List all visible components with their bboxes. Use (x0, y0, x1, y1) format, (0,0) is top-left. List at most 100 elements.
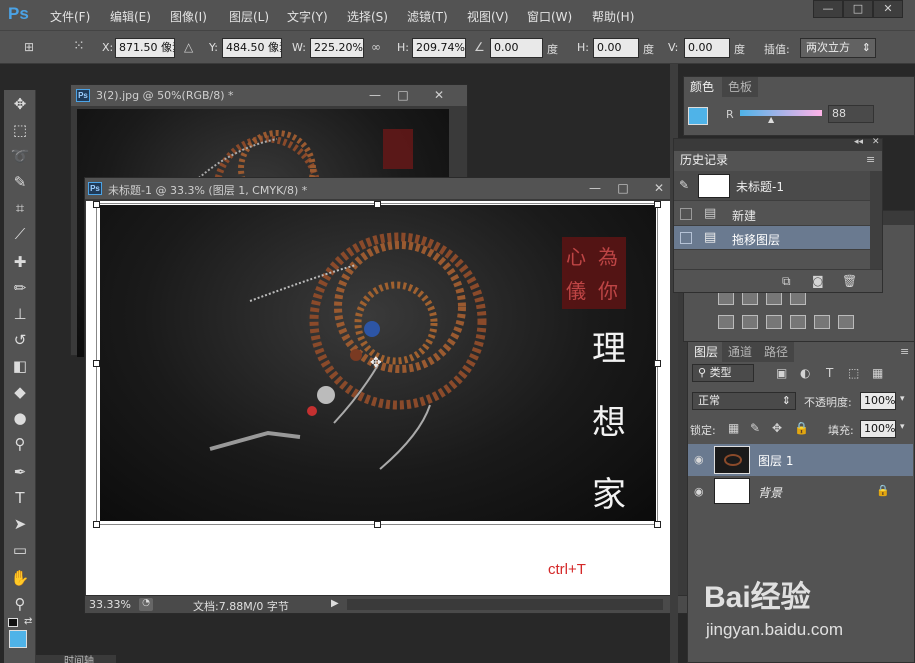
adjustment-icon[interactable] (742, 315, 758, 329)
history-snapshot[interactable]: ✎ 未标题-1 (674, 171, 870, 201)
adjustment-icon[interactable] (814, 315, 830, 329)
tab-swatches[interactable]: 色板 (722, 77, 759, 97)
adjustment-icon[interactable] (790, 315, 806, 329)
horizontal-scrollbar[interactable] (347, 599, 663, 610)
panel-menu-icon[interactable]: ≡ (866, 153, 875, 166)
type-tool-icon[interactable]: T (10, 488, 30, 508)
paint-bucket-tool-icon[interactable]: ◆ (10, 382, 30, 402)
eyedropper-tool-icon[interactable]: ⟋ (10, 224, 30, 244)
lock-all-icon[interactable]: 🔒 (794, 421, 809, 435)
history-scrollbar[interactable] (870, 171, 882, 269)
adjustment-icon[interactable] (838, 315, 854, 329)
adjustment-icon[interactable] (790, 291, 806, 305)
layer-row[interactable]: ◉ 背景 🔒 (688, 476, 913, 508)
menu-select[interactable]: 选择(S) (347, 8, 388, 25)
swap-colors-icon[interactable]: ⇄ (24, 616, 32, 627)
history-item-selected[interactable]: ▤ 拖移图层 (674, 226, 870, 250)
fill-field[interactable]: 100% (860, 420, 896, 438)
tab-channels[interactable]: 通道 (722, 342, 759, 362)
reference-point-icon[interactable]: ⁙ (73, 38, 85, 54)
lock-pixels-icon[interactable]: ✎ (750, 421, 760, 435)
tab-paths[interactable]: 路径 (758, 342, 795, 362)
zoom-level[interactable]: 33.33% (89, 598, 131, 611)
angle-field[interactable]: 0.00 (490, 38, 543, 58)
transform-handle[interactable] (374, 521, 381, 528)
transform-tool-icon[interactable]: ⊞ (24, 40, 34, 54)
layer-name[interactable]: 背景 (758, 484, 782, 501)
collapse-panel-icon[interactable]: ◂◂ (854, 137, 863, 147)
color-panel-fg-swatch[interactable] (688, 107, 708, 125)
crop-tool-icon[interactable]: ⌗ (10, 198, 30, 218)
status-menu-arrow-icon[interactable]: ▶ (331, 598, 339, 609)
w-field[interactable]: 225.20% (310, 38, 364, 58)
x-field[interactable]: 871.50 像素 (115, 38, 175, 58)
pen-tool-icon[interactable]: ✒ (10, 462, 30, 482)
status-info-icon[interactable]: ◔ (139, 598, 153, 611)
vskew-field[interactable]: 0.00 (684, 38, 730, 58)
menu-layer[interactable]: 图层(L) (229, 8, 269, 25)
transform-handle[interactable] (654, 360, 661, 367)
adjustment-icon[interactable] (718, 315, 734, 329)
layer-row-selected[interactable]: ◉ 图层 1 (688, 444, 913, 476)
doc-minimize-button[interactable]: — (583, 180, 607, 197)
eye-icon[interactable]: ◉ (694, 453, 704, 466)
timeline-tab[interactable]: 时间轴 (36, 655, 116, 663)
window-close-button[interactable]: ✕ (873, 0, 903, 18)
close-panel-icon[interactable]: ✕ (872, 137, 880, 147)
menu-edit[interactable]: 编辑(E) (110, 8, 151, 25)
hskew-field[interactable]: 0.00 (593, 38, 639, 58)
blur-tool-icon[interactable]: ● (10, 408, 30, 428)
path-select-tool-icon[interactable]: ➤ (10, 514, 30, 534)
transform-center-icon[interactable]: ✥ (370, 355, 382, 371)
relative-position-icon[interactable]: △ (184, 40, 193, 54)
filter-type-icon[interactable]: T (826, 366, 833, 380)
doc-close-button[interactable]: ✕ (427, 87, 451, 104)
red-channel-slider[interactable] (740, 110, 822, 116)
lock-transparent-icon[interactable]: ▦ (728, 421, 739, 435)
rectangle-tool-icon[interactable]: ▭ (10, 540, 30, 560)
doc-minimize-button[interactable]: — (363, 87, 387, 104)
link-icon[interactable]: ∞ (371, 40, 381, 54)
chevron-down-icon[interactable]: ▾ (900, 394, 905, 404)
clone-stamp-tool-icon[interactable]: ⊥ (10, 304, 30, 324)
zoom-tool-icon[interactable]: ⚲ (10, 594, 30, 614)
eye-icon[interactable]: ◉ (694, 485, 704, 498)
tab-history[interactable]: 历史记录 (674, 151, 735, 170)
document-title-bar[interactable]: Ps 未标题-1 @ 33.3% (图层 1, CMYK/8) * — □ ✕ (85, 178, 687, 200)
trash-icon[interactable]: 🗑 (842, 274, 857, 288)
history-brush-source-icon[interactable]: ✎ (679, 178, 689, 192)
chevron-down-icon[interactable]: ▾ (900, 422, 905, 432)
transform-handle[interactable] (654, 201, 661, 208)
history-item[interactable]: ▤ 新建 (674, 202, 870, 226)
doc-maximize-button[interactable]: □ (391, 87, 415, 104)
document-window-front[interactable]: Ps 未标题-1 @ 33.3% (图层 1, CMYK/8) * — □ ✕ (84, 177, 688, 614)
menu-view[interactable]: 视图(V) (467, 8, 509, 25)
filter-pixel-icon[interactable]: ▣ (776, 366, 787, 380)
eraser-tool-icon[interactable]: ◧ (10, 356, 30, 376)
lock-position-icon[interactable]: ✥ (772, 421, 782, 435)
adjustment-icon[interactable] (766, 315, 782, 329)
filter-adjustment-icon[interactable]: ◐ (800, 366, 810, 380)
tab-color[interactable]: 颜色 (684, 77, 721, 97)
blend-mode-select[interactable]: 正常 ⇕ (692, 392, 796, 410)
panel-menu-icon[interactable]: ≡ (900, 345, 909, 358)
history-checkbox[interactable] (680, 208, 692, 220)
move-tool-icon[interactable]: ✥ (10, 94, 30, 114)
hand-tool-icon[interactable]: ✋ (10, 568, 30, 588)
lasso-tool-icon[interactable]: ➰ (10, 146, 30, 166)
doc-maximize-button[interactable]: □ (611, 180, 635, 197)
history-checkbox[interactable] (680, 232, 692, 244)
red-channel-value[interactable]: 88 (828, 105, 874, 123)
menu-help[interactable]: 帮助(H) (592, 8, 634, 25)
dodge-tool-icon[interactable]: ⚲ (10, 434, 30, 454)
layer-name[interactable]: 图层 1 (758, 452, 793, 469)
doc-close-button[interactable]: ✕ (647, 180, 671, 197)
menu-image[interactable]: 图像(I) (170, 8, 207, 25)
window-maximize-button[interactable]: □ (843, 0, 873, 18)
menu-window[interactable]: 窗口(W) (527, 8, 572, 25)
interpolation-select[interactable]: 两次立方 ⇕ (800, 38, 876, 58)
transform-handle[interactable] (93, 521, 100, 528)
canvas[interactable]: 為 你 心 儀 理 想 家 ✥ ctrl+T (86, 201, 670, 595)
new-document-from-state-icon[interactable]: ⧉ (782, 274, 791, 289)
window-minimize-button[interactable]: — (813, 0, 843, 18)
